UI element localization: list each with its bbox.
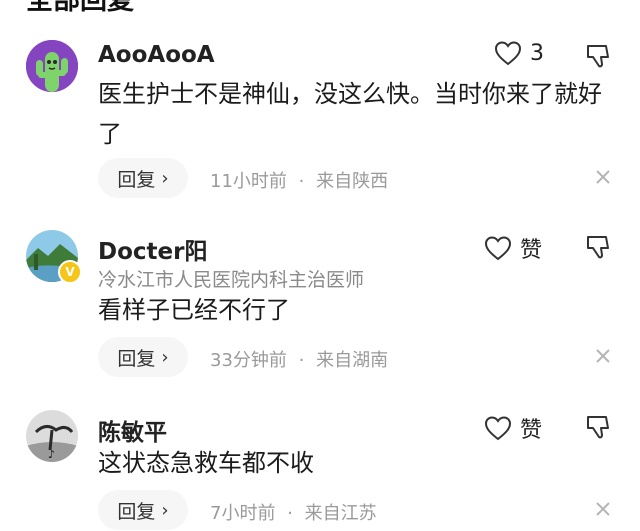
close-icon[interactable]: [594, 347, 612, 365]
reply-label: 回复: [117, 347, 156, 370]
comment-text: 看样子已经不行了: [98, 296, 290, 324]
reply-button[interactable]: 回复 ›: [98, 158, 188, 198]
reply-button[interactable]: 回复 ›: [98, 490, 188, 530]
verified-badge-icon: V: [58, 260, 82, 284]
close-icon[interactable]: [594, 500, 612, 518]
chevron-right-icon: ›: [161, 167, 169, 189]
like-button[interactable]: 赞: [484, 412, 542, 444]
username[interactable]: AooAooA: [98, 42, 215, 68]
comment-location: 来自陕西: [316, 171, 389, 192]
meta-separator: ·: [298, 171, 305, 192]
comment-time: 33分钟前: [210, 350, 287, 371]
meta-separator: ·: [298, 350, 305, 371]
reply-button[interactable]: 回复 ›: [98, 337, 188, 377]
meta-separator: ·: [287, 503, 293, 524]
heart-icon: [494, 41, 522, 66]
dislike-icon[interactable]: [584, 233, 612, 261]
dislike-icon[interactable]: [584, 413, 612, 441]
username[interactable]: 陈敏平: [98, 413, 167, 447]
like-label: 赞: [520, 238, 543, 263]
user-title: 冷水江市人民医院内科主治医师: [98, 269, 365, 291]
like-button[interactable]: 3: [494, 40, 544, 66]
comment-text: 医生护士不是神仙，没这么快。当时你来了就好了: [98, 80, 602, 148]
heart-icon: [484, 416, 512, 441]
section-title: 全部回复: [26, 0, 134, 16]
like-label: 赞: [520, 418, 543, 443]
comment-time: 11小时前: [210, 171, 287, 192]
comment-text: 这状态急救车都不收: [98, 449, 314, 477]
chevron-right-icon: ›: [161, 499, 169, 521]
avatar[interactable]: [26, 40, 78, 92]
tree-avatar-icon: ♪: [26, 410, 78, 462]
comment-meta: 7小时前 · 来自江苏: [210, 499, 377, 525]
comment-meta: 11小时前 · 来自陕西: [210, 167, 388, 193]
dislike-icon[interactable]: [584, 42, 612, 70]
like-count: 3: [530, 40, 544, 66]
reply-label: 回复: [117, 168, 156, 191]
avatar[interactable]: ♪: [26, 410, 78, 462]
cactus-avatar-icon: [26, 40, 78, 92]
close-icon[interactable]: [594, 168, 612, 186]
comment-time: 7小时前: [210, 503, 276, 524]
username[interactable]: Docter阳: [98, 232, 207, 266]
comment-location: 来自湖南: [316, 350, 389, 371]
heart-icon: [484, 236, 512, 261]
comment-location: 来自江苏: [304, 503, 377, 524]
chevron-right-icon: ›: [161, 346, 169, 368]
svg-text:♪: ♪: [48, 448, 55, 461]
reply-label: 回复: [117, 500, 156, 523]
like-button[interactable]: 赞: [484, 232, 542, 264]
comment-meta: 33分钟前 · 来自湖南: [210, 346, 388, 372]
